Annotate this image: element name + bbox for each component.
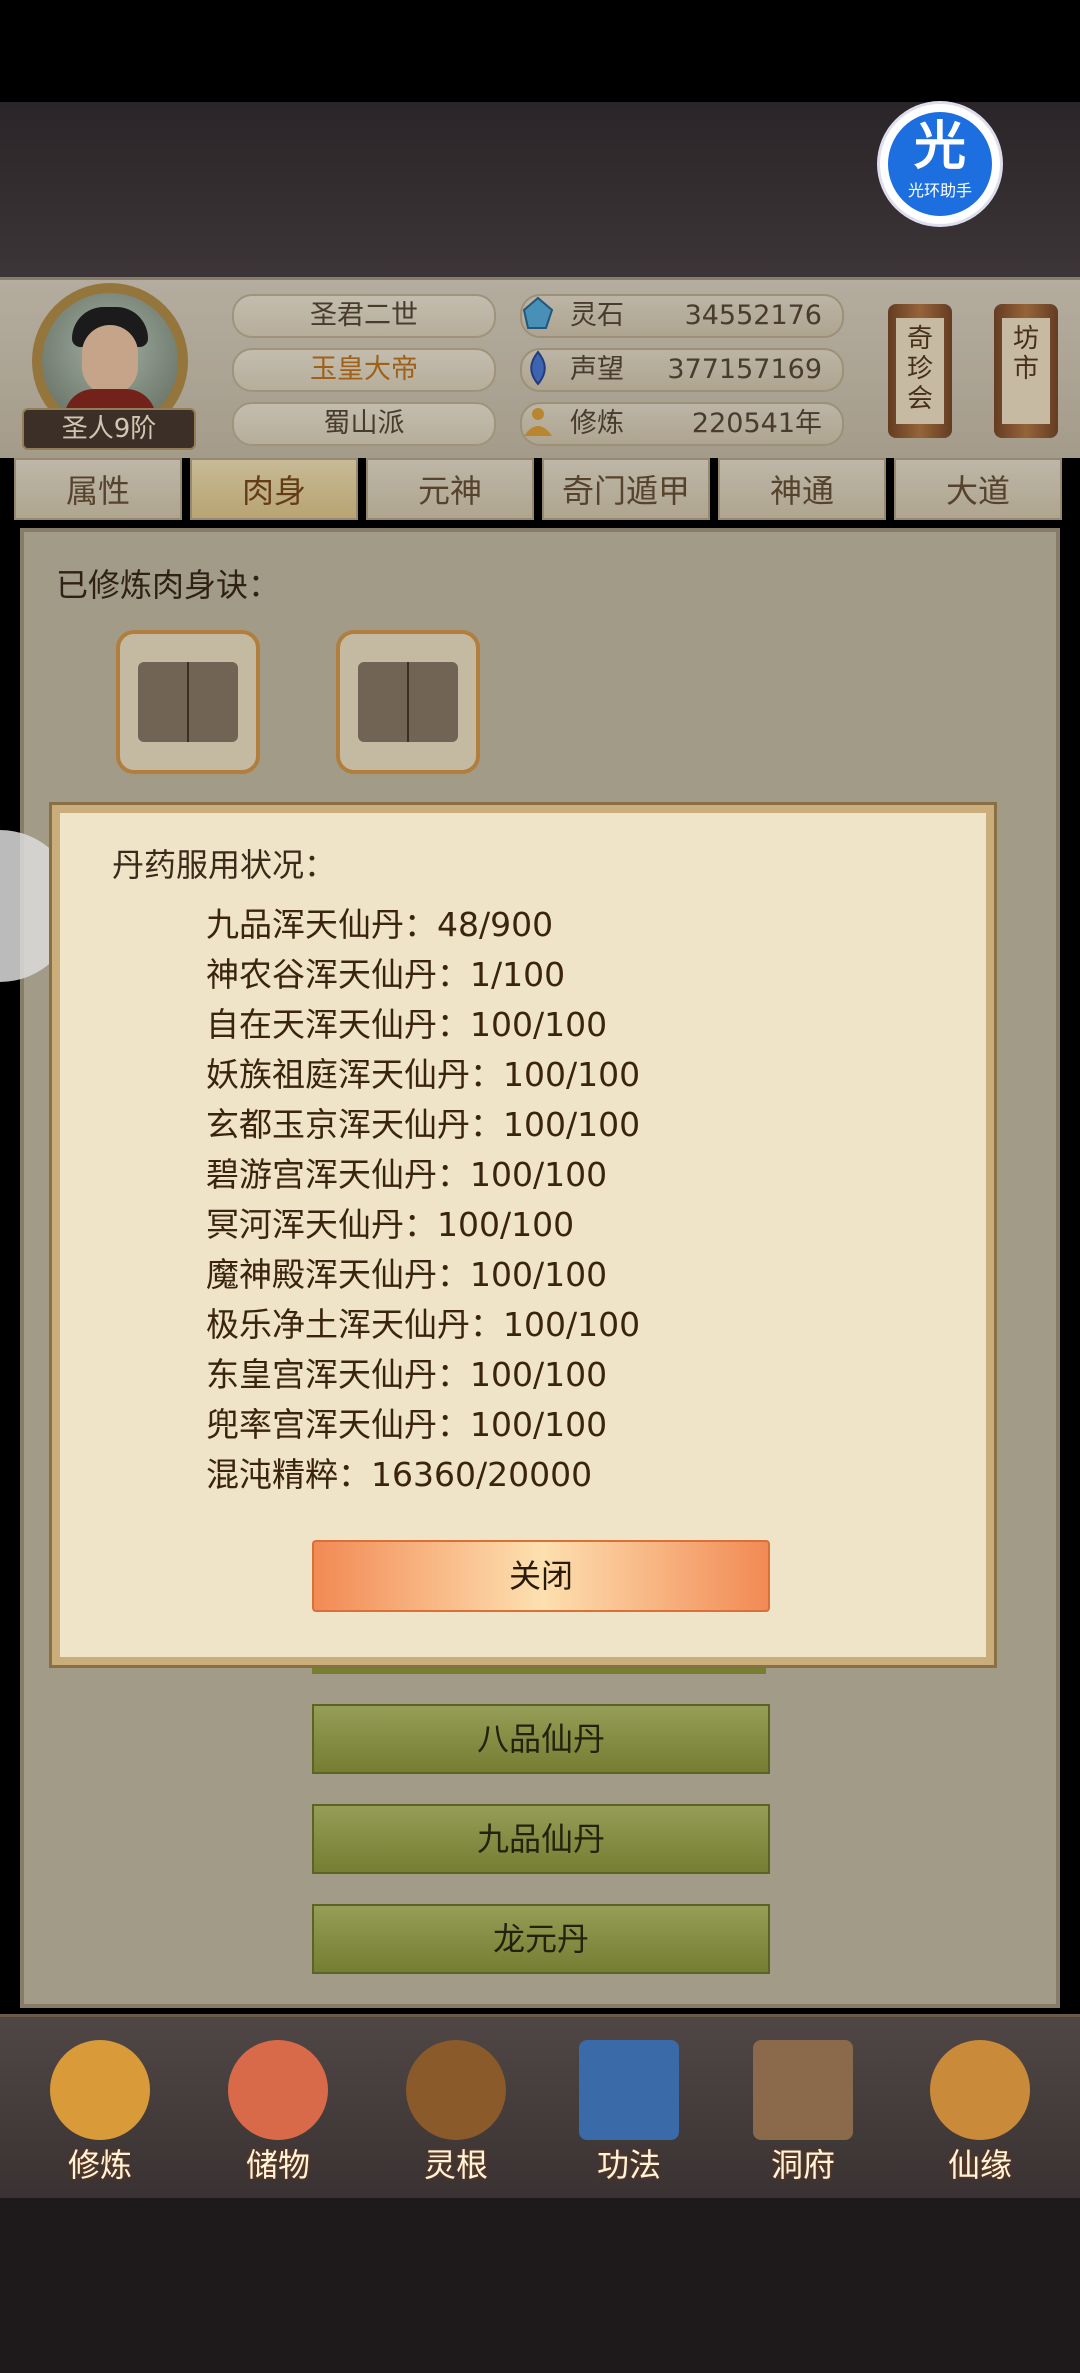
pill-status-list[interactable]: 九品浑天仙丹：48/900 神农谷浑天仙丹：1/100 自在天浑天仙丹：100/… — [206, 900, 906, 1490]
technique-book-icon — [579, 2040, 679, 2140]
spirit-root-icon — [406, 2040, 506, 2140]
gourd-icon — [930, 2040, 1030, 2140]
nav-cultivate[interactable]: 修炼 — [25, 2040, 175, 2190]
status-bar-area — [0, 0, 1080, 102]
pill-status-row: 九品浑天仙丹：48/900 — [206, 905, 554, 944]
pill-status-row: 妖族祖庭浑天仙丹：100/100 — [206, 1055, 641, 1094]
pill-status-row: 冥河浑天仙丹：100/100 — [206, 1205, 575, 1244]
pill-status-row: 兜率宫浑天仙丹：100/100 — [206, 1405, 608, 1444]
pill-status-row: 碧游宫浑天仙丹：100/100 — [206, 1155, 608, 1194]
nav-spirit-root[interactable]: 灵根 — [381, 2040, 531, 2190]
dialog-title: 丹药服用状况： — [112, 846, 337, 884]
pill-status-row: 魔神殿浑天仙丹：100/100 — [206, 1255, 608, 1294]
close-button[interactable]: 关闭 — [312, 1540, 770, 1612]
nav-cave-house[interactable]: 洞府 — [728, 2040, 878, 2190]
pill-status-row: 混沌精粹：16360/20000 — [206, 1455, 593, 1490]
cave-house-icon — [753, 2040, 853, 2140]
nav-technique[interactable]: 功法 — [554, 2040, 704, 2190]
nav-storage[interactable]: 储物 — [203, 2040, 353, 2190]
pill-status-row: 东皇宫浑天仙丹：100/100 — [206, 1355, 608, 1394]
helper-label: 光环助手 — [907, 181, 972, 200]
bottom-dark-area — [0, 2198, 1080, 2373]
pill-status-row: 玄都玉京浑天仙丹：100/100 — [206, 1105, 641, 1144]
meditation-icon — [50, 2040, 150, 2140]
helper-logo-glyph: 光 — [913, 117, 966, 177]
pill-status-row: 神农谷浑天仙丹：1/100 — [206, 955, 566, 994]
nav-fortune[interactable]: 仙缘 — [905, 2040, 1055, 2190]
pill-status-row: 自在天浑天仙丹：100/100 — [206, 1005, 608, 1044]
pill-status-row: 极乐净土浑天仙丹：100/100 — [206, 1305, 641, 1344]
storage-bag-icon — [228, 2040, 328, 2140]
helper-floating-button[interactable]: 光 光环助手 — [880, 104, 1000, 224]
